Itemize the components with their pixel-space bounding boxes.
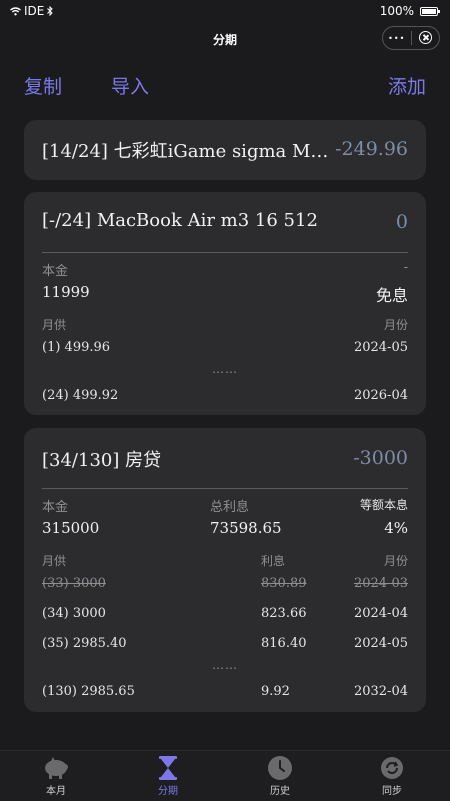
battery-icon bbox=[420, 6, 440, 16]
card-title: [34/130] 房贷 bbox=[42, 450, 162, 471]
column-interest: 利息 bbox=[261, 554, 286, 568]
total-interest-value: 73598.65 bbox=[210, 519, 282, 537]
more-button[interactable]: ••• bbox=[383, 27, 411, 50]
schedule-row-interest: 9.92 bbox=[261, 684, 290, 699]
installment-card-macbook[interactable]: [-/24] MacBook Air m3 16 512 0 本金 - 1199… bbox=[24, 192, 426, 415]
tab-bar: 本月 分期 历史 同步 bbox=[0, 750, 450, 801]
schedule-row-monthly: (24) 499.92 bbox=[42, 388, 119, 403]
card-header: [34/130] 房贷 -3000 bbox=[42, 446, 408, 472]
import-button[interactable]: 导入 bbox=[111, 72, 149, 99]
schedule-row-month: 2024-05 bbox=[353, 636, 408, 651]
schedule-row-monthly: (1) 499.96 bbox=[42, 340, 111, 355]
schedule-row-monthly: (34) 3000 bbox=[42, 606, 106, 621]
schedule-row-interest-paid: 830.89 bbox=[261, 576, 307, 591]
action-row: 复制 导入 添加 bbox=[0, 72, 450, 98]
card-title: [-/24] MacBook Air m3 16 512 bbox=[42, 210, 318, 231]
card-header: [-/24] MacBook Air m3 16 512 0 bbox=[42, 210, 408, 236]
card-divider bbox=[42, 488, 408, 489]
tab-history[interactable]: 历史 bbox=[224, 751, 336, 801]
clock-icon bbox=[268, 756, 292, 780]
schedule-ellipsis: …… bbox=[212, 658, 238, 672]
wifi-icon bbox=[10, 6, 21, 15]
tab-label: 同步 bbox=[382, 786, 402, 797]
bluetooth-icon bbox=[47, 6, 54, 16]
carrier-label: IDE bbox=[24, 4, 45, 18]
mini-program-capsule: ••• bbox=[382, 26, 440, 50]
card-amount: 0 bbox=[395, 211, 408, 233]
piggy-bank-icon bbox=[45, 757, 68, 779]
card-divider bbox=[42, 252, 408, 253]
status-left: IDE bbox=[10, 4, 54, 18]
tab-installments[interactable]: 分期 bbox=[112, 751, 224, 801]
column-monthly: 月供 bbox=[42, 554, 67, 568]
hourglass-icon bbox=[159, 756, 177, 780]
card-title: [14/24] 七彩虹iGame sigma M380… bbox=[42, 141, 334, 162]
card-amount: -3000 bbox=[353, 447, 408, 469]
schedule-row-month: 2024-05 bbox=[353, 340, 408, 355]
schedule-row-monthly-paid: (33) 3000 bbox=[42, 576, 106, 591]
cloud-sync-icon bbox=[381, 757, 403, 779]
card-amount: -249.96 bbox=[335, 138, 408, 160]
installment-card-gpu[interactable]: [14/24] 七彩虹iGame sigma M380… -249.96 bbox=[24, 120, 426, 180]
add-button[interactable]: 添加 bbox=[388, 72, 426, 99]
more-icon: ••• bbox=[388, 33, 406, 43]
schedule-row-month: 2024-04 bbox=[353, 606, 408, 621]
principal-label: 本金 bbox=[42, 264, 69, 279]
repayment-method-label: 等额本息 bbox=[359, 498, 408, 512]
close-icon bbox=[418, 31, 432, 44]
battery-percent: 100% bbox=[379, 4, 414, 18]
schedule-ellipsis: …… bbox=[212, 362, 238, 376]
rate-value: 4% bbox=[384, 519, 408, 537]
column-month: 月份 bbox=[383, 318, 408, 332]
schedule-row-month-paid: 2024-03 bbox=[353, 576, 408, 591]
total-interest-label: 总利息 bbox=[210, 500, 250, 515]
status-right: 100% bbox=[379, 4, 440, 18]
principal-value: 11999 bbox=[42, 283, 90, 301]
schedule-row-interest: 816.40 bbox=[261, 636, 307, 651]
tab-this-month[interactable]: 本月 bbox=[0, 751, 112, 801]
status-bar: IDE 100% bbox=[0, 0, 450, 22]
nav-bar: 分期 ••• bbox=[0, 22, 450, 56]
rate-value: 免息 bbox=[375, 286, 408, 305]
schedule-row-month: 2032-04 bbox=[353, 684, 408, 699]
tab-label: 本月 bbox=[46, 786, 66, 797]
tab-label: 历史 bbox=[270, 786, 290, 797]
principal-label: 本金 bbox=[42, 500, 69, 515]
rate-label: - bbox=[403, 260, 408, 275]
schedule-row-month: 2026-04 bbox=[353, 388, 408, 403]
column-month: 月份 bbox=[383, 554, 408, 568]
installment-card-mortgage[interactable]: [34/130] 房贷 -3000 本金 总利息 等额本息 315000 735… bbox=[24, 428, 426, 712]
tab-sync[interactable]: 同步 bbox=[336, 751, 448, 801]
copy-button[interactable]: 复制 bbox=[24, 72, 62, 99]
tab-label: 分期 bbox=[158, 786, 178, 797]
card-header: [14/24] 七彩虹iGame sigma M380… -249.96 bbox=[42, 137, 408, 163]
close-button[interactable] bbox=[412, 27, 440, 49]
schedule-row-interest: 823.66 bbox=[261, 606, 307, 621]
principal-value: 315000 bbox=[42, 519, 100, 537]
schedule-row-monthly: (35) 2985.40 bbox=[42, 636, 127, 651]
schedule-row-monthly: (130) 2985.65 bbox=[42, 684, 135, 699]
column-monthly: 月供 bbox=[42, 318, 67, 332]
